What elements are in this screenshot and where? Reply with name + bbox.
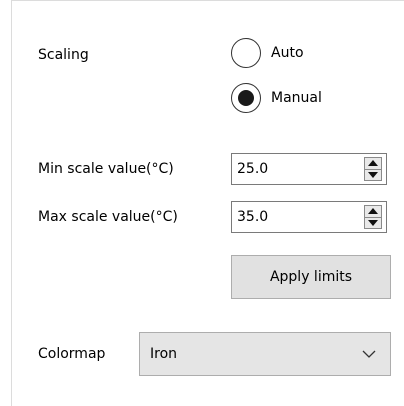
colormap-selected-value: Iron <box>150 346 178 362</box>
min-scale-label: Min scale value(°C) <box>38 161 174 177</box>
spin-down-icon <box>368 171 378 178</box>
spin-up-icon <box>368 160 378 167</box>
min-scale-spin-buttons[interactable] <box>364 157 382 181</box>
spin-down-icon <box>368 219 378 226</box>
max-scale-decrement-button[interactable] <box>365 216 381 229</box>
scaling-settings-panel: Scaling Auto Manual Min scale value(°C) … <box>11 0 404 406</box>
min-scale-spinbox[interactable] <box>231 153 387 185</box>
spin-up-icon <box>368 208 378 215</box>
chevron-down-icon <box>362 350 376 358</box>
min-scale-increment-button[interactable] <box>365 158 381 169</box>
max-scale-spin-buttons[interactable] <box>364 205 382 229</box>
radio-auto[interactable]: Auto <box>231 38 304 68</box>
scaling-label: Scaling <box>38 47 89 63</box>
radio-auto-label[interactable]: Auto <box>271 44 304 62</box>
max-scale-label: Max scale value(°C) <box>38 209 178 225</box>
radio-manual-label[interactable]: Manual <box>271 89 322 107</box>
apply-limits-button[interactable]: Apply limits <box>231 255 391 299</box>
radio-manual-circle[interactable] <box>231 83 261 113</box>
min-scale-input[interactable] <box>232 155 358 183</box>
colormap-label: Colormap <box>38 346 106 362</box>
radio-auto-circle[interactable] <box>231 38 261 68</box>
min-scale-decrement-button[interactable] <box>365 168 381 181</box>
colormap-select[interactable]: Iron <box>139 332 391 376</box>
max-scale-input[interactable] <box>232 203 358 231</box>
max-scale-increment-button[interactable] <box>365 206 381 217</box>
radio-manual[interactable]: Manual <box>231 83 322 113</box>
max-scale-spinbox[interactable] <box>231 201 387 233</box>
